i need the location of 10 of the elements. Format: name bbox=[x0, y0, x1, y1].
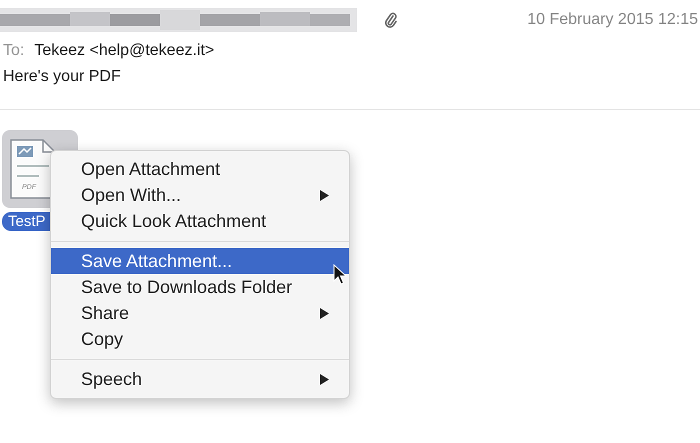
menu-item[interactable]: Speech bbox=[51, 366, 349, 392]
to-label: To: bbox=[3, 42, 24, 60]
menu-item[interactable]: Share bbox=[51, 300, 349, 326]
menu-item[interactable]: Save to Downloads Folder bbox=[51, 274, 349, 300]
mouse-pointer-icon bbox=[333, 264, 347, 286]
email-date: 10 February 2015 12:15 bbox=[527, 11, 699, 29]
menu-item[interactable]: Save Attachment... bbox=[51, 248, 349, 274]
email-subject: Here's your PDF bbox=[2, 67, 122, 87]
menu-item[interactable]: Copy bbox=[51, 326, 349, 352]
recipient: Tekeez <help@tekeez.it> bbox=[34, 42, 214, 60]
